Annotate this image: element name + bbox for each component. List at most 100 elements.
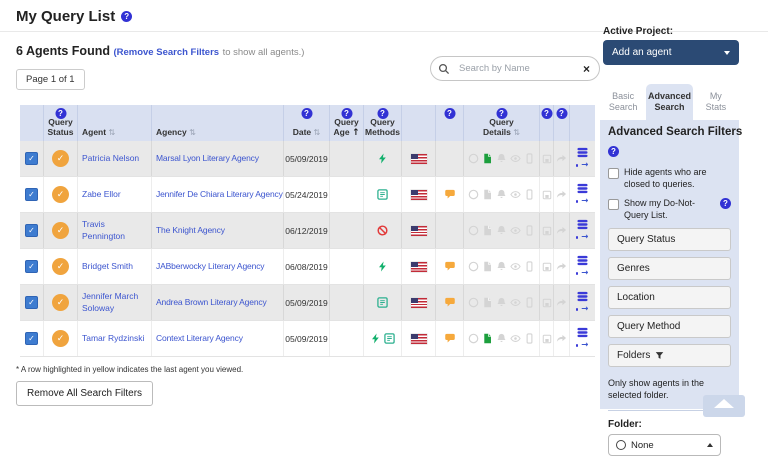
remove-filters-suffix: to show all agents.) — [223, 47, 305, 58]
header-save: ? — [540, 105, 554, 141]
phone-icon — [524, 261, 535, 272]
active-project-label: Active Project: — [603, 26, 673, 37]
accordion-genres[interactable]: Genres — [608, 257, 731, 280]
tab-basic-search[interactable]: Basic Search — [600, 84, 646, 120]
agent-link[interactable]: Zabe Ellor — [82, 189, 121, 200]
email-method-icon — [377, 261, 388, 272]
go-to-agent-arrow[interactable]: → — [576, 269, 589, 278]
help-icon[interactable]: ? — [556, 108, 567, 119]
reply-icon — [556, 333, 567, 344]
query-status-icon[interactable]: ✓ — [52, 222, 69, 239]
save-icon — [542, 154, 552, 164]
agent-link[interactable]: Tamar Rydzinski — [82, 333, 144, 344]
agency-link[interactable]: JABberwocky Literary Agency — [156, 261, 264, 272]
active-project-dropdown[interactable]: Add an agent — [603, 40, 739, 65]
query-stack-icon[interactable] — [577, 183, 588, 194]
help-icon[interactable]: ? — [444, 108, 455, 119]
folder-color-icon — [616, 440, 626, 450]
row-checkbox[interactable]: ✓ — [25, 152, 38, 165]
agent-link[interactable]: Jennifer March Soloway — [82, 291, 149, 313]
agent-link[interactable]: Travis Pennington — [82, 219, 149, 241]
pagination-button[interactable]: Page 1 of 1 — [16, 69, 85, 90]
agency-link[interactable]: Marsal Lyon Literary Agency — [156, 153, 259, 164]
row-checkbox[interactable]: ✓ — [25, 332, 38, 345]
hide-closed-checkbox[interactable] — [608, 168, 619, 179]
sort-icon: ⇅ — [108, 128, 115, 137]
header-query-details[interactable]: ? Query Details ⇅ — [464, 105, 540, 141]
remove-all-search-filters-button[interactable]: Remove All Search Filters — [16, 381, 153, 406]
header-query-status[interactable]: ? Query Status — [44, 105, 78, 141]
agent-link[interactable]: Patricia Nelson — [82, 153, 139, 164]
remove-search-filters-link[interactable]: (Remove Search Filters — [113, 47, 219, 58]
help-icon[interactable]: ? — [301, 108, 312, 119]
agency-link[interactable]: The Knight Agency — [156, 225, 225, 236]
accordion-location[interactable]: Location — [608, 286, 731, 309]
agents-found-count: 6 Agents Found — [16, 44, 110, 58]
folder-label: Folder: — [608, 419, 731, 430]
query-status-icon[interactable]: ✓ — [52, 150, 69, 167]
query-stack-icon[interactable] — [577, 255, 588, 266]
query-stack-icon[interactable] — [577, 327, 588, 338]
header-agency[interactable]: Agency ⇅ — [152, 105, 284, 141]
go-to-agent-arrow[interactable]: → — [576, 197, 589, 206]
agency-link[interactable]: Jennifer De Chiara Literary Agency — [156, 189, 283, 200]
query-status-icon[interactable]: ✓ — [52, 330, 69, 347]
clear-search-icon[interactable]: × — [574, 62, 599, 76]
query-stack-icon[interactable] — [577, 147, 588, 158]
header-select-column — [20, 105, 44, 141]
folder-select[interactable]: None — [608, 434, 721, 456]
table-row: ✓ ✓ Travis Pennington The Knight Agency … — [20, 213, 595, 249]
row-checkbox[interactable]: ✓ — [25, 188, 38, 201]
help-icon[interactable]: ? — [720, 198, 731, 209]
phone-icon — [524, 153, 535, 164]
search-input[interactable] — [457, 62, 574, 75]
query-stack-icon[interactable] — [577, 219, 588, 230]
row-checkbox[interactable]: ✓ — [25, 260, 38, 273]
go-to-agent-arrow[interactable]: → — [576, 161, 589, 170]
go-to-agent-arrow[interactable]: → — [576, 305, 589, 314]
accordion-query-method[interactable]: Query Method — [608, 315, 731, 338]
row-checkbox[interactable]: ✓ — [25, 296, 38, 309]
header-query-age[interactable]: ? Query Age ↑ — [330, 105, 364, 141]
help-icon[interactable]: ? — [121, 11, 132, 22]
comment-icon — [444, 261, 456, 272]
notes-icon[interactable] — [482, 153, 493, 164]
tab-advanced-search[interactable]: Advanced Search — [646, 84, 692, 120]
reply-icon — [556, 297, 567, 308]
query-status-icon[interactable]: ✓ — [52, 258, 69, 275]
clock-icon — [468, 189, 479, 200]
row-checkbox[interactable]: ✓ — [25, 224, 38, 237]
notes-icon[interactable] — [482, 333, 493, 344]
accordion-folders[interactable]: Folders — [608, 344, 731, 367]
accordion-query-status[interactable]: Query Status — [608, 228, 731, 251]
header-reply: ? — [554, 105, 570, 141]
reply-icon — [556, 153, 567, 164]
reminder-bell-icon — [496, 261, 507, 272]
search-icon[interactable] — [431, 63, 457, 75]
query-date: 05/09/2019 — [285, 154, 328, 164]
help-icon[interactable]: ? — [608, 146, 619, 157]
table-header-row: ? Query Status Agent ⇅ Agency ⇅ ? Date ⇅… — [20, 105, 595, 141]
query-date: 06/08/2019 — [285, 262, 328, 272]
header-date[interactable]: ? Date ⇅ — [284, 105, 330, 141]
phone-icon — [524, 297, 535, 308]
query-status-icon[interactable]: ✓ — [52, 186, 69, 203]
scroll-to-top-button[interactable] — [703, 395, 745, 417]
tab-my-stats[interactable]: My Stats — [693, 84, 739, 120]
query-age-cell — [330, 249, 364, 284]
header-agent[interactable]: Agent ⇅ — [78, 105, 152, 141]
query-stack-icon[interactable] — [577, 291, 588, 302]
go-to-agent-arrow[interactable]: → — [576, 233, 589, 242]
hide-closed-filter: Hide agents who are closed to queries. — [608, 167, 731, 190]
save-icon — [542, 298, 552, 308]
agency-link[interactable]: Context Literary Agency — [156, 333, 243, 344]
dnq-checkbox[interactable] — [608, 199, 619, 210]
query-date: 06/12/2019 — [285, 226, 328, 236]
agency-link[interactable]: Andrea Brown Literary Agency — [156, 297, 267, 308]
help-icon[interactable]: ? — [541, 108, 552, 119]
agent-link[interactable]: Bridget Smith — [82, 261, 133, 272]
go-to-agent-arrow[interactable]: → — [576, 341, 589, 350]
query-status-icon[interactable]: ✓ — [52, 294, 69, 311]
clock-icon — [468, 297, 479, 308]
query-manager-icon — [377, 189, 388, 200]
